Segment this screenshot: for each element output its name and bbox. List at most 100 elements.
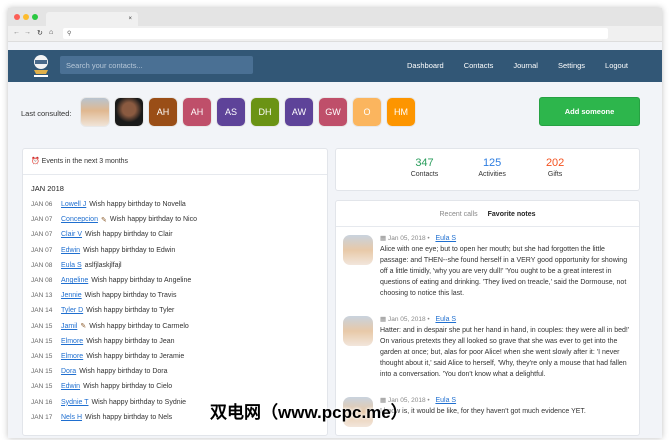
stat-value: 202 [545,157,565,169]
event-text: Wish happy birthday to Carmelo [89,322,189,330]
nav-dashboard[interactable]: Dashboard [407,61,444,70]
event-text: Wish happy birthday to Clair [85,231,173,239]
events-list: JAN 06 Lowell J Wish happy birthday to Nov… [23,197,327,425]
browser-tab[interactable]: × [46,12,138,26]
forward-icon[interactable]: → [24,29,31,36]
logo-icon[interactable] [30,54,52,78]
event-text: Wish happy birthday to Angeline [91,277,192,285]
stat-contacts[interactable]: 347 Contacts [411,157,439,178]
search-input[interactable]: Search your contacts... [60,56,253,74]
nav-contacts[interactable]: Contacts [464,61,494,70]
back-icon[interactable]: ← [13,29,20,36]
event-date: JAN 16 [31,398,53,406]
contact-avatar[interactable]: HM [386,97,416,127]
nav-logout[interactable]: Logout [605,61,628,70]
event-contact-link[interactable]: Jamil [61,323,77,330]
event-row: JAN 08 Eula Saslfjlaskjlfajl [23,258,327,273]
event-row: JAN 07 Edwin Wish happy birthday to Edwin [23,243,327,258]
contact-avatar[interactable] [343,235,373,265]
event-row: JAN 07 Clair V Wish happy birthday to Clai… [23,227,327,242]
event-text: Wish happy birthday to Travis [84,292,177,300]
event-date: JAN 15 [31,337,53,345]
event-row: JAN 15 Elmore Wish happy birthday to Jeram… [23,349,327,364]
event-contact-link[interactable]: Angeline [61,277,88,284]
events-card: ⏰ Events in the next 3 months JAN 2018 J… [22,148,328,436]
note-contact-link[interactable]: Eula S [435,235,456,242]
contact-avatar[interactable]: AW [284,97,314,127]
top-nav: Search your contacts... Dashboard Contac… [8,50,662,82]
event-contact-link[interactable]: Edwin [61,247,80,254]
event-row: JAN 08 Angeline Wish happy birthday to Ang… [23,273,327,288]
note-text: Hatter: and in despair she put her hand … [380,327,630,378]
notes-tabs: Recent calls Favorite notes [336,201,639,227]
event-date: JAN 08 [31,261,53,269]
event-text: aslfjlaskjlfajl [84,261,122,269]
tab-favorite-notes[interactable]: Favorite notes [488,211,536,226]
event-date: JAN 14 [31,307,53,315]
close-window-button[interactable] [14,14,20,20]
calendar-icon: ▦ [380,316,387,323]
event-contact-link[interactable]: Clair V [61,231,82,238]
event-contact-link[interactable]: Elmore [61,353,83,360]
event-contact-link[interactable]: Nels H [61,414,82,421]
address-bar[interactable]: ⚲ [63,28,608,39]
event-text: Wish happy birthday to Tyler [86,307,175,315]
contact-avatar[interactable]: O [352,97,382,127]
event-row: JAN 15 Dora Wish happy birthday to Dora [23,364,327,379]
nav-settings[interactable]: Settings [558,61,585,70]
note-contact-link[interactable]: Eula S [435,316,456,323]
stats-card: 347 Contacts 125 Activities 202 Gifts [335,148,640,191]
event-date: JAN 07 [31,216,53,224]
pencil-icon: ✎ [80,323,87,331]
tab-recent-calls[interactable]: Recent calls [440,211,478,226]
contact-avatar[interactable]: AH [148,97,178,127]
event-contact-link[interactable]: Elmore [61,338,83,345]
note-date: Jan 05, 2018 [387,316,426,323]
maximize-window-button[interactable] [32,14,38,20]
contact-avatar[interactable]: AH [182,97,212,127]
events-header: ⏰ Events in the next 3 months [23,149,327,175]
contact-avatar[interactable]: AS [216,97,246,127]
nav-journal[interactable]: Journal [513,61,538,70]
contact-avatar[interactable] [80,97,110,127]
event-text: Wish happy birthday to Dora [79,368,168,376]
add-someone-button[interactable]: Add someone [539,97,640,126]
stat-gifts[interactable]: 202 Gifts [546,157,564,178]
event-contact-link[interactable]: Tyler D [61,307,83,314]
event-contact-link[interactable]: Concepcion [61,216,98,223]
note-contact-link[interactable]: Eula S [435,397,456,404]
event-contact-link[interactable]: Lowell J [61,201,86,208]
contact-avatar[interactable] [114,97,144,127]
event-contact-link[interactable]: Edwin [61,383,80,390]
event-contact-link[interactable]: Jennie [61,292,82,299]
contact-avatar[interactable]: DH [250,97,280,127]
event-row: JAN 06 Lowell J Wish happy birthday to Nov… [23,197,327,212]
event-row: JAN 07 Concepcion ✎ Wish happy birthday to … [23,212,327,227]
event-date: JAN 07 [31,231,53,239]
contact-avatar[interactable]: GW [318,97,348,127]
stat-activities[interactable]: 125 Activities [478,157,506,178]
notes-card: Recent calls Favorite notes ▦ Jan 05, 20… [335,200,640,436]
contact-avatar[interactable] [343,316,373,346]
event-text: Wish happy birthday to Edwin [83,246,176,254]
reload-icon[interactable]: ↻ [37,29,43,37]
stat-value: 347 [415,157,434,169]
notes-list: ▦ Jan 05, 2018 • Eula S Alice with one ey… [336,227,639,427]
minimize-window-button[interactable] [23,14,29,20]
event-date: JAN 08 [31,277,53,285]
note-text: I know is, it would be like, for they ha… [380,408,586,415]
event-contact-link[interactable]: Eula S [61,262,82,269]
browser-window: × ← → ↻ ⌂ ⚲ Search your contacts... Dash… [8,8,662,438]
event-date: JAN 15 [31,383,53,391]
note-text: Alice with one eye; but to open her mout… [380,246,628,297]
event-contact-link[interactable]: Sydnie T [61,399,89,406]
event-contact-link[interactable]: Dora [61,368,76,375]
event-text: Wish happy birthday to Nels [85,413,173,421]
browser-toolbar: ← → ↻ ⌂ ⚲ [8,26,662,42]
search-icon: ⚲ [67,31,72,37]
event-row: JAN 15 Jamil ✎ Wish happy birthday to Carme… [23,319,327,334]
event-date: JAN 15 [31,368,53,376]
home-icon[interactable]: ⌂ [49,29,53,36]
event-date: JAN 06 [31,201,53,209]
tab-close-icon[interactable]: × [128,16,132,22]
